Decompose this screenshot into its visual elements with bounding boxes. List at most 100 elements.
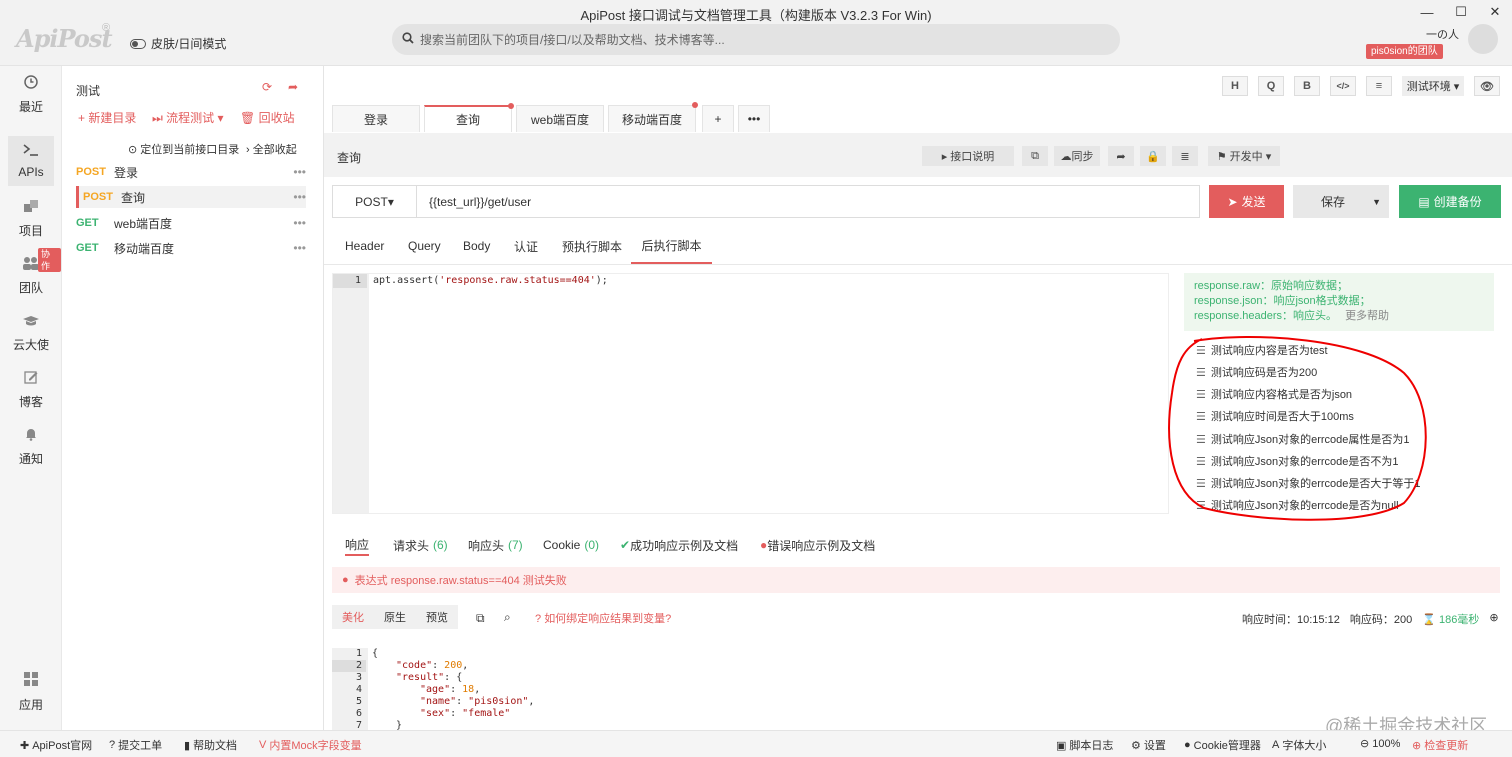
tab-query[interactable]: 查询	[424, 103, 514, 132]
tab-login[interactable]: 登录	[332, 105, 420, 132]
resp-tab-resp-headers[interactable]: 响应头 (7)	[468, 534, 523, 556]
snippet-item[interactable]: ☰ 测试响应内容格式是否为json	[1196, 386, 1352, 402]
database-icon[interactable]: ≣	[1172, 146, 1198, 166]
snippet-item[interactable]: ☰ 测试响应码是否为200	[1196, 364, 1317, 380]
snippet-item[interactable]: ☰ 测试响应Json对象的errcode属性是否为1	[1196, 431, 1410, 447]
download-icon[interactable]: ⊕	[1489, 611, 1498, 627]
settings-button[interactable]: ⚙ 设置	[1131, 737, 1166, 753]
maximize-button[interactable]: ☐	[1444, 0, 1478, 24]
tree-item[interactable]: GET web端百度 •••	[76, 212, 306, 234]
font-size-control[interactable]: A 字体大小	[1272, 737, 1326, 753]
doc-button[interactable]: ▸ 接口说明	[922, 146, 1014, 166]
skin-mode-toggle[interactable]: 皮肤/日间模式	[130, 35, 226, 52]
copy-icon[interactable]: ⧉	[476, 611, 485, 626]
create-backup-button[interactable]: ▤ 创建备份	[1399, 185, 1501, 218]
share-icon[interactable]: ➦	[288, 80, 298, 94]
nav-blog[interactable]: 博客	[0, 365, 62, 415]
nav-apps[interactable]: 应用	[0, 667, 62, 717]
new-dir-button[interactable]: + 新建目录	[78, 109, 136, 126]
toolbar-settings-button[interactable]: ≡	[1366, 76, 1392, 96]
bind-help-link[interactable]: ? 如何绑定响应结果到变量?	[535, 610, 671, 626]
zoom-level[interactable]: ⊖ 100%	[1360, 737, 1400, 751]
tab-mobile-baidu[interactable]: 移动端百度	[608, 102, 698, 132]
mock-vars-link[interactable]: V 内置Mock字段变量	[259, 737, 362, 753]
nav-notify[interactable]: 通知	[0, 422, 62, 472]
nav-apis[interactable]: APIs	[8, 136, 54, 186]
flow-test-button[interactable]: ⏭ 流程测试 ▾	[152, 109, 224, 126]
save-button[interactable]: 保存 ▼	[1293, 185, 1389, 218]
official-site-link[interactable]: ✚ ApiPost官网	[20, 737, 92, 753]
search-icon[interactable]: ⌕	[504, 610, 511, 625]
toolbar-q-button[interactable]: Q	[1258, 76, 1284, 96]
toolbar-b-button[interactable]: B	[1294, 76, 1320, 96]
avatar[interactable]	[1468, 24, 1498, 54]
snippet-item[interactable]: ☰ 测试响应内容是否为test	[1196, 342, 1328, 358]
toolbar-code-button[interactable]: </>	[1330, 76, 1356, 96]
share-icon[interactable]: ➦	[1108, 146, 1134, 166]
resp-tab-cookie[interactable]: Cookie (0)	[543, 534, 599, 556]
toolbar-h-button[interactable]: H	[1222, 76, 1248, 96]
resp-tab-error-example[interactable]: ● 错误响应示例及文档	[760, 534, 875, 556]
add-tab-button[interactable]: +	[702, 105, 734, 132]
more-help-link[interactable]: 更多帮助	[1345, 310, 1389, 322]
url-input[interactable]: {{test_url}}/get/user	[429, 195, 531, 209]
resp-tab-req-headers[interactable]: 请求头 (6)	[393, 534, 448, 556]
snippet-item[interactable]: ☰ 测试响应Json对象的errcode是否不为1	[1196, 453, 1399, 469]
recycle-button[interactable]: 🗑 回收站	[240, 109, 295, 126]
req-tab-auth[interactable]: 认证	[514, 228, 538, 264]
refresh-icon[interactable]: ⟳	[262, 80, 272, 94]
question-icon: ?	[109, 739, 116, 751]
sync-button[interactable]: ☁ 同步	[1054, 146, 1100, 166]
global-search[interactable]: 搜索当前团队下的项目/接口/以及帮助文档、技术博客等...	[392, 24, 1120, 55]
tab-web-baidu[interactable]: web端百度	[516, 105, 604, 132]
tree-item[interactable]: GET 移动端百度 •••	[76, 237, 306, 259]
minimize-button[interactable]: —	[1410, 0, 1444, 24]
req-tab-body[interactable]: Body	[463, 228, 490, 264]
ticket-link[interactable]: ? 提交工单	[109, 737, 162, 753]
nav-recent[interactable]: 最近	[0, 70, 62, 120]
nav-ambassador[interactable]: 云大使	[0, 308, 62, 358]
nav-projects[interactable]: 项目	[0, 194, 62, 244]
more-icon[interactable]: •••	[293, 165, 306, 179]
username[interactable]: 一の人	[1426, 26, 1459, 42]
req-tab-pre-script[interactable]: 预执行脚本	[562, 228, 622, 264]
error-icon: ●	[342, 574, 349, 586]
status-select[interactable]: ⚑ 开发中 ▾	[1208, 146, 1280, 166]
collapse-all-button[interactable]: › 全部收起	[246, 141, 297, 157]
more-icon[interactable]: •••	[293, 241, 306, 255]
view-mode-raw[interactable]: 原生	[384, 609, 406, 625]
script-editor[interactable]: 1 apt.assert('response.raw.status==404')…	[332, 273, 1169, 514]
snippet-item[interactable]: ☰ 测试响应Json对象的errcode是否为null	[1196, 497, 1399, 513]
tree-item[interactable]: POST 登录 •••	[76, 161, 306, 183]
cookie-manager-button[interactable]: ● Cookie管理器	[1184, 737, 1261, 753]
method-label: POST	[76, 166, 106, 178]
eye-icon[interactable]: 👁	[1474, 76, 1500, 96]
req-tab-query[interactable]: Query	[408, 228, 441, 264]
tree-item-selected[interactable]: POST 查询 •••	[76, 186, 306, 208]
send-button[interactable]: ➤ 发送	[1209, 185, 1284, 218]
more-icon[interactable]: •••	[293, 190, 306, 204]
more-tabs-button[interactable]: •••	[738, 105, 770, 132]
copy-icon[interactable]: ⧉	[1022, 146, 1048, 166]
lock-icon[interactable]: 🔒	[1140, 146, 1166, 166]
resp-tab-success-example[interactable]: ✔ 成功响应示例及文档	[620, 534, 738, 556]
method-select[interactable]: POST ▾	[333, 186, 417, 217]
resp-tab-response[interactable]: 响应	[345, 534, 370, 556]
sliders-icon: ☰	[1196, 410, 1206, 423]
team-badge[interactable]: pis0sion的团队	[1366, 44, 1443, 59]
check-update-button[interactable]: ⊕ 检查更新	[1412, 737, 1468, 753]
save-label: 保存	[1321, 195, 1346, 209]
req-tab-header[interactable]: Header	[345, 228, 384, 264]
close-button[interactable]: ✕	[1478, 0, 1512, 24]
snippet-item[interactable]: ☰ 测试响应Json对象的errcode是否大于等于1	[1196, 475, 1421, 491]
req-tab-post-script[interactable]: 后执行脚本	[631, 228, 712, 264]
more-icon[interactable]: •••	[293, 216, 306, 230]
snippet-item[interactable]: ☰ 测试响应时间是否大于100ms	[1196, 408, 1354, 424]
chevron-down-icon[interactable]: ▼	[1372, 197, 1381, 207]
script-log-button[interactable]: ▣ 脚本日志	[1056, 737, 1113, 753]
view-mode-preview[interactable]: 预览	[426, 609, 448, 625]
view-mode-pretty[interactable]: 美化	[342, 609, 364, 625]
env-select[interactable]: 测试环境 ▾	[1402, 76, 1464, 96]
docs-link[interactable]: ▮ 帮助文档	[184, 737, 237, 753]
locate-button[interactable]: ⊙ 定位到当前接口目录	[128, 141, 239, 157]
